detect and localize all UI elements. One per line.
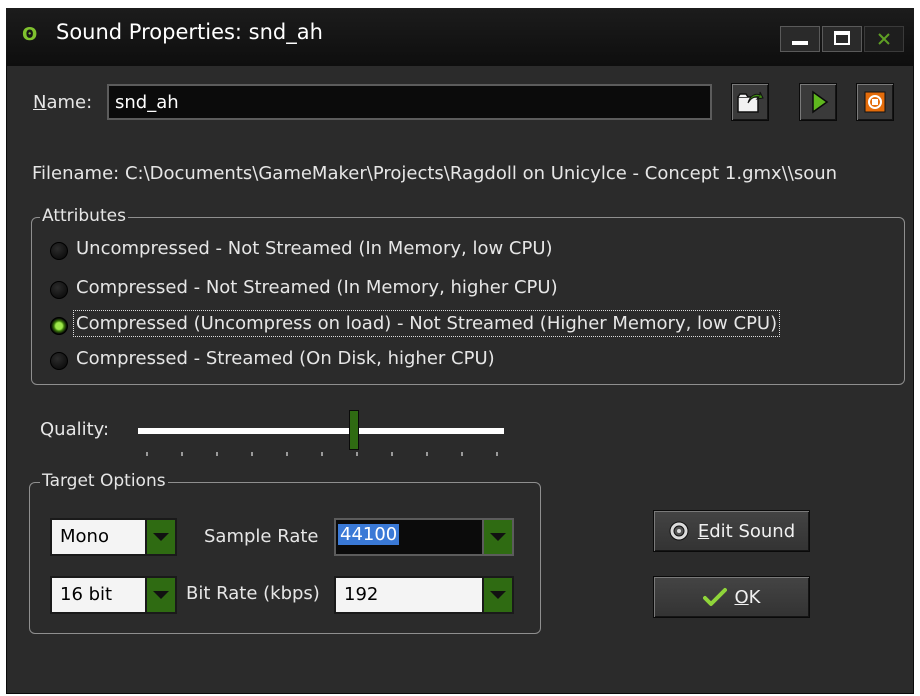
speaker-icon xyxy=(669,521,689,541)
close-icon xyxy=(878,33,890,45)
target-options-legend: Target Options xyxy=(40,471,168,491)
slider-tick xyxy=(181,452,183,456)
slider-tick xyxy=(216,452,218,456)
slider-tick xyxy=(286,452,288,456)
maximize-button[interactable] xyxy=(822,26,862,52)
channels-dropdown-button[interactable] xyxy=(145,520,175,554)
name-input[interactable] xyxy=(107,84,712,120)
radio-uncompressed[interactable] xyxy=(50,242,68,260)
radio-compressed-streamed[interactable] xyxy=(50,352,68,370)
play-button[interactable] xyxy=(799,83,837,121)
slider-tick xyxy=(356,452,358,456)
radio-compressed-uncompress-on-load[interactable] xyxy=(50,317,68,335)
name-label: Name: xyxy=(33,92,92,113)
chevron-down-icon xyxy=(153,591,169,599)
slider-tick xyxy=(251,452,253,456)
ok-button[interactable]: OK xyxy=(653,576,810,618)
folder-open-icon xyxy=(737,91,764,113)
slider-tick xyxy=(391,452,393,456)
name-label-rest: ame: xyxy=(46,92,93,113)
slider-tick xyxy=(461,452,463,456)
sample-rate-label: Sample Rate xyxy=(204,526,319,547)
bit-depth-dropdown-button[interactable] xyxy=(145,578,175,612)
checkmark-icon xyxy=(702,588,727,606)
window-title: Sound Properties: snd_ah xyxy=(56,20,323,44)
edit-sound-label: Edit Sound xyxy=(697,520,796,542)
slider-tick xyxy=(426,452,428,456)
sample-rate-value: 44100 xyxy=(338,524,400,545)
quality-slider-track[interactable] xyxy=(138,428,504,434)
quality-slider-thumb[interactable] xyxy=(348,410,359,450)
radio-label-compressed[interactable]: Compressed - Not Streamed (In Memory, hi… xyxy=(76,277,558,298)
slider-tick xyxy=(321,452,323,456)
play-icon xyxy=(812,90,829,114)
chevron-down-icon xyxy=(153,533,169,541)
minimize-icon xyxy=(792,41,808,45)
sample-rate-dropdown-button[interactable] xyxy=(482,520,512,554)
channels-value: Mono xyxy=(60,526,109,547)
name-label-accel: N xyxy=(33,92,47,113)
close-button[interactable] xyxy=(864,26,904,52)
stop-button[interactable] xyxy=(856,83,894,121)
bit-rate-dropdown-button[interactable] xyxy=(482,578,512,612)
radio-label-compressed-uncompress-on-load[interactable]: Compressed (Uncompress on load) - Not St… xyxy=(72,310,781,337)
minimize-button[interactable] xyxy=(780,26,820,52)
quality-label: Quality: xyxy=(40,419,110,440)
chevron-down-icon xyxy=(490,591,506,599)
ok-label: OK xyxy=(734,586,761,608)
radio-label-compressed-streamed[interactable]: Compressed - Streamed (On Disk, higher C… xyxy=(76,348,495,369)
slider-tick xyxy=(496,452,498,456)
bit-depth-value: 16 bit xyxy=(60,584,113,605)
bit-rate-value: 192 xyxy=(344,584,379,605)
chevron-down-icon xyxy=(490,533,506,541)
slider-tick xyxy=(146,452,148,456)
sample-rate-select[interactable]: 44100 xyxy=(334,518,514,556)
maximize-icon xyxy=(834,31,850,45)
load-sound-button[interactable] xyxy=(731,83,769,121)
filename-text: Filename: C:\Documents\GameMaker\Project… xyxy=(32,163,838,184)
edit-sound-button[interactable]: Edit Sound xyxy=(653,510,810,552)
radio-label-uncompressed[interactable]: Uncompressed - Not Streamed (In Memory, … xyxy=(76,238,553,259)
bit-depth-select[interactable]: 16 bit xyxy=(50,576,177,614)
stop-icon xyxy=(864,91,886,113)
channels-select[interactable]: Mono xyxy=(50,518,177,556)
app-logo-icon: ʘ xyxy=(22,24,38,45)
attributes-legend: Attributes xyxy=(40,206,128,226)
bit-rate-label: Bit Rate (kbps) xyxy=(186,583,320,604)
bit-rate-select[interactable]: 192 xyxy=(334,576,514,614)
radio-compressed[interactable] xyxy=(50,281,68,299)
